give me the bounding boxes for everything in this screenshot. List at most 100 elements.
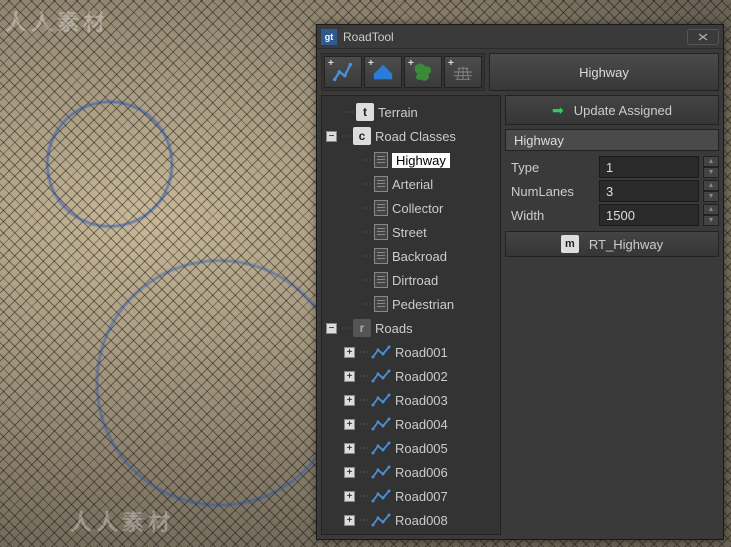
watermark: 人人素材 [70,505,174,537]
road-segment-icon [371,513,391,527]
app-icon: gt [321,29,337,45]
material-button[interactable]: m RT_Highway [505,231,719,257]
update-assigned-button[interactable]: ➡ Update Assigned [505,95,719,125]
add-grid-button[interactable]: + [444,56,482,88]
tree-node-road-classes[interactable]: − ⋯ c Road Classes [322,124,500,148]
area-icon [412,61,434,83]
tree-label: Dirtroad [392,273,438,288]
tree-item-road[interactable]: +⋯Road001 [322,340,500,364]
document-icon [374,152,388,168]
property-input[interactable]: 1500 [599,204,699,226]
property-label: NumLanes [505,184,595,199]
tree-label: Road006 [395,465,448,480]
expand-icon[interactable]: + [344,491,355,502]
expand-icon[interactable]: + [344,419,355,430]
property-label: Type [505,160,595,175]
add-area-button[interactable]: + [404,56,442,88]
road-segment-icon [371,441,391,455]
tree-label: Street [392,225,427,240]
tree-item-road[interactable]: +⋯Road006 [322,460,500,484]
watermark: 人人素材 [5,5,109,37]
spinner-down-icon[interactable]: ▼ [703,215,719,226]
collapse-icon[interactable]: − [326,131,337,142]
expand-icon[interactable]: + [344,395,355,406]
tree-item-class[interactable]: ⋯Backroad [322,244,500,268]
tree-item-class[interactable]: ⋯Pedestrian [322,292,500,316]
collapse-icon[interactable]: − [326,323,337,334]
properties-panel: ➡ Update Assigned Highway Type1▲▼NumLane… [505,95,719,535]
property-section-header: Highway [505,129,719,151]
property-label: Width [505,208,595,223]
road-segment-icon [371,465,391,479]
tree-item-class[interactable]: ⋯Collector [322,196,500,220]
tree-label: Road004 [395,417,448,432]
tree-node-roads[interactable]: − ⋯ r Roads [322,316,500,340]
spinner[interactable]: ▲▼ [703,204,719,226]
roads-badge-icon: r [353,319,371,337]
plus-icon: + [448,58,454,69]
tree-item-road[interactable]: +⋯Road005 [322,436,500,460]
arrow-right-icon: ➡ [552,102,564,119]
property-input[interactable]: 1 [599,156,699,178]
add-terrain-button[interactable]: + [364,56,402,88]
material-icon: m [561,235,579,253]
tree-item-road[interactable]: +⋯Road003 [322,388,500,412]
tree-label: Terrain [378,105,418,120]
plus-icon: + [328,58,334,69]
tree-label: Road001 [395,345,448,360]
grid-icon [452,61,474,83]
spinner-down-icon[interactable]: ▼ [703,191,719,202]
tree-item-class[interactable]: ⋯Street [322,220,500,244]
tree-label: Road007 [395,489,448,504]
spinner-up-icon[interactable]: ▲ [703,180,719,191]
close-icon [698,33,708,41]
road-segment-icon [371,345,391,359]
tree-label: Roads [375,321,413,336]
tree-item-class[interactable]: ⋯Arterial [322,172,500,196]
tree-item-road[interactable]: +⋯Road007 [322,484,500,508]
expand-icon[interactable]: + [344,371,355,382]
add-road-button[interactable]: + [324,56,362,88]
spinner[interactable]: ▲▼ [703,156,719,178]
expand-icon[interactable]: + [344,467,355,478]
button-label: Update Assigned [574,103,672,118]
plus-icon: + [368,58,374,69]
road-segment-icon [371,417,391,431]
road-segment-icon [371,393,391,407]
spinner-up-icon[interactable]: ▲ [703,156,719,167]
tree-node-terrain[interactable]: ⋯ t Terrain [322,100,500,124]
expand-icon[interactable]: + [344,515,355,526]
road-path-icon [332,61,354,83]
expand-icon[interactable]: + [344,443,355,454]
tree-label: Collector [392,201,443,216]
plus-icon: + [408,58,414,69]
terrain-icon [372,61,394,83]
document-icon [374,176,388,192]
property-input[interactable]: 3 [599,180,699,202]
road-segment-icon [371,369,391,383]
document-icon [374,296,388,312]
tree-label: Road005 [395,441,448,456]
document-icon [374,200,388,216]
material-label: RT_Highway [589,237,663,252]
road-segment-icon [371,489,391,503]
spinner-down-icon[interactable]: ▼ [703,167,719,178]
spinner[interactable]: ▲▼ [703,180,719,202]
spinner-up-icon[interactable]: ▲ [703,204,719,215]
expand-icon[interactable]: + [344,347,355,358]
document-icon [374,224,388,240]
tree-label: Pedestrian [392,297,454,312]
tree-item-class[interactable]: ⋯Dirtroad [322,268,500,292]
tree-label: Road002 [395,369,448,384]
titlebar[interactable]: gt RoadTool [317,25,723,49]
tree-item-road[interactable]: +⋯Road008 [322,508,500,532]
roadtool-window: gt RoadTool + + + + [316,24,724,540]
class-badge-icon: c [353,127,371,145]
tree-item-road[interactable]: +⋯Road002 [322,364,500,388]
tree-item-road[interactable]: +⋯Road004 [322,412,500,436]
tree-panel[interactable]: ⋯ t Terrain − ⋯ c Road Classes ⋯Highway⋯… [321,95,501,535]
tree-label: Highway [392,153,450,168]
close-button[interactable] [687,29,719,45]
window-title: RoadTool [343,30,681,44]
tree-item-class[interactable]: ⋯Highway [322,148,500,172]
